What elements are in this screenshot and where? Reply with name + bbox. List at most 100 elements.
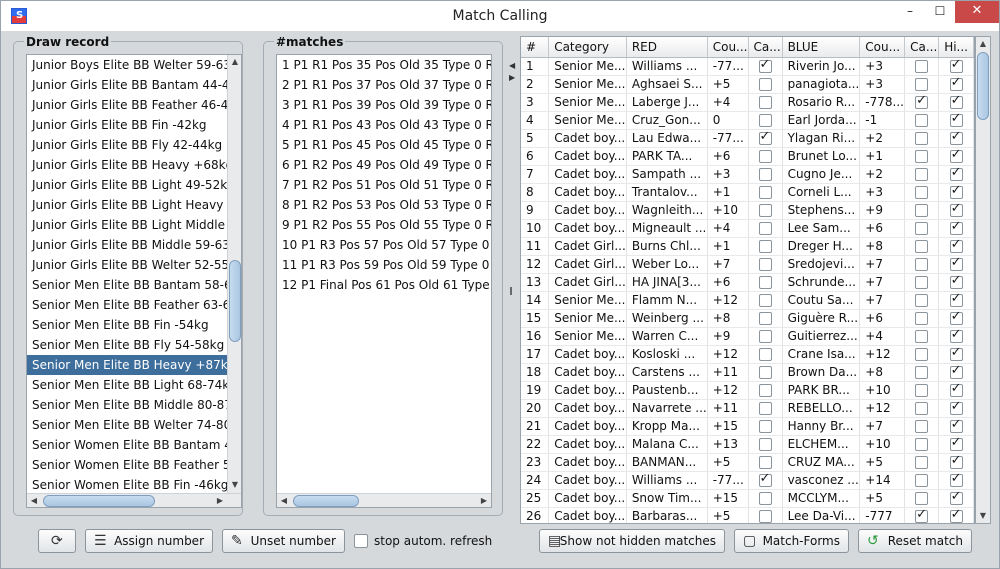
match-list-item[interactable]: 10 P1 R3 Pos 57 Pos Old 57 Type 0 R [277,235,491,255]
draw-record-item[interactable]: Senior Men Elite BB Bantam 58-63kg [27,275,227,295]
match-list-item[interactable]: 11 P1 R3 Pos 59 Pos Old 59 Type 0 R [277,255,491,275]
row-checkbox[interactable] [915,222,929,235]
draw-record-item[interactable]: Senior Women Elite BB Bantam 49-53kg [27,435,227,455]
match-list-item[interactable]: 3 P1 R1 Pos 39 Pos Old 39 Type 0 Re [277,95,491,115]
collapse-left-icon[interactable]: ◀ [509,61,515,70]
row-checkbox[interactable] [758,258,772,271]
row-checkbox[interactable] [915,420,929,433]
match-list-item[interactable]: 2 P1 R1 Pos 37 Pos Old 37 Type 0 Re [277,75,491,95]
row-checkbox[interactable] [915,150,929,163]
table-row[interactable]: 20 Cadet boy... Navarrete ... +11 REBELLO...… [521,399,974,418]
row-checkbox[interactable] [915,240,929,253]
draw-record-vscroll[interactable]: ▲ ▼ [227,55,241,493]
row-checkbox[interactable] [949,201,963,217]
match-list-item[interactable]: 1 P1 R1 Pos 35 Pos Old 35 Type 0 Re [277,55,491,75]
draw-record-vthumb[interactable] [229,260,241,342]
assign-number-button[interactable]: ☰ Assign number [85,529,213,553]
draw-record-item[interactable]: Senior Men Elite BB Light 68-74kg [27,375,227,395]
row-checkbox[interactable] [758,510,772,523]
table-row[interactable]: 8 Cadet boy... Trantalov... +1 Corneli L... +… [521,183,974,202]
row-checkbox[interactable] [915,78,929,91]
row-checkbox[interactable] [949,507,963,523]
row-checkbox[interactable] [758,438,772,451]
table-row[interactable]: 6 Cadet boy... PARK TA... +6 Brunet Lo... +1 [521,147,974,166]
row-checkbox[interactable] [758,204,772,217]
table-vscroll[interactable]: ▲ ▼ [975,36,991,524]
row-checkbox[interactable] [915,456,929,469]
row-checkbox[interactable] [915,186,929,199]
row-checkbox[interactable] [915,276,929,289]
match-list-item[interactable]: 8 P1 R2 Pos 53 Pos Old 53 Type 0 Re [277,195,491,215]
table-row[interactable]: 5Cadet boy...Lau Edwa...-77... Ylagan Ri.… [521,129,974,148]
row-checkbox[interactable] [758,78,772,91]
collapse-right-icon[interactable]: ▶ [509,73,515,82]
row-checkbox[interactable] [949,255,963,271]
draw-record-item[interactable]: Junior Girls Elite BB Middle 59-63kg [27,235,227,255]
row-checkbox[interactable] [758,186,772,199]
row-checkbox[interactable] [758,222,772,235]
draw-record-item[interactable]: Junior Girls Elite BB Fly 42-44kg [27,135,227,155]
scroll-left-icon[interactable]: ◀ [277,494,291,507]
row-checkbox[interactable] [949,417,963,433]
scroll-left-icon[interactable]: ◀ [27,494,41,507]
table-row[interactable]: 4 Senior Me... Cruz_Gon... 0 Earl Jorda... -1 [521,111,974,130]
row-checkbox[interactable] [915,114,929,127]
row-checkbox[interactable] [949,453,963,469]
row-checkbox[interactable] [758,420,772,433]
draw-record-item[interactable]: Senior Men Elite BB Heavy +87kg [27,355,227,375]
row-checkbox[interactable] [915,258,929,271]
row-checkbox[interactable] [915,204,929,217]
table-row[interactable]: 22 Cadet boy... Malana C... +13 ELCHEM... +10 [521,435,974,454]
draw-record-item[interactable]: Senior Men Elite BB Feather 63-68kg [27,295,227,315]
table-row[interactable]: 14 Senior Me... Flamm N... +12 Coutu Sa... +7 [521,291,974,310]
row-checkbox[interactable] [915,168,929,181]
table-row[interactable]: 9 Cadet boy... Wagnleith... +10 Stephens... +… [521,201,974,220]
match-list-item[interactable]: 12 P1 Final Pos 61 Pos Old 61 Type 0 [277,275,491,295]
row-checkbox[interactable] [949,57,963,73]
table-row[interactable]: 2 Senior Me... Aghsaei S... +5 panagiota... +… [521,75,974,94]
table-row[interactable]: 12 Cadet Girl... Weber Lo... +7 Sredojevi...… [521,255,974,274]
row-checkbox[interactable] [949,399,963,415]
table-row[interactable]: 16 Senior Me... Warren C... +9 Guitierrez...… [521,327,974,346]
panel-splitter[interactable]: ◀ ▶ ‖ [508,31,516,568]
row-checkbox[interactable] [915,294,929,307]
row-checkbox[interactable] [758,456,772,469]
match-list-item[interactable]: 5 P1 R1 Pos 45 Pos Old 45 Type 0 Re [277,135,491,155]
table-row[interactable]: 25 Cadet boy... Snow Tim... +15 MCCLYM... +5 [521,489,974,508]
table-row[interactable]: 10 Cadet boy... Migneault ... +4 Lee Sam... +… [521,219,974,238]
column-header[interactable]: Hi... [938,37,974,58]
row-checkbox[interactable] [758,240,772,253]
row-checkbox[interactable] [758,348,772,361]
draw-record-item[interactable]: Junior Girls Elite BB Bantam 44-46kg [27,75,227,95]
row-checkbox[interactable] [758,150,772,163]
column-header[interactable]: Ca... [904,37,940,58]
scroll-up-icon[interactable]: ▲ [228,55,241,69]
row-checkbox[interactable] [758,384,772,397]
draw-record-item[interactable]: Senior Men Elite BB Welter 74-80kg [27,415,227,435]
draw-record-item[interactable]: Senior Women Elite BB Fin -46kg [27,475,227,495]
row-checkbox[interactable] [949,237,963,253]
scroll-down-icon[interactable]: ▼ [976,509,990,523]
row-checkbox[interactable] [949,345,963,361]
column-header[interactable]: Cou... [707,37,749,58]
draw-record-item[interactable]: Junior Girls Elite BB Heavy +68kg [27,155,227,175]
row-checkbox[interactable] [949,111,963,127]
table-row[interactable]: 11 Cadet Girl... Burns Chl... +1 Dreger H...… [521,237,974,256]
scroll-right-icon[interactable]: ▶ [213,494,227,507]
minimize-button[interactable]: – [896,1,924,23]
row-checkbox[interactable] [915,60,929,73]
row-checkbox[interactable] [915,402,929,415]
row-checkbox[interactable] [915,312,929,325]
row-checkbox[interactable] [949,183,963,199]
draw-record-item[interactable]: Junior Girls Elite BB Light Heavy 63-68k… [27,195,227,215]
row-checkbox[interactable] [758,402,772,415]
stop-refresh-checkbox[interactable] [354,534,368,548]
row-checkbox[interactable] [915,93,929,109]
column-header[interactable]: RED [626,37,708,58]
table-row[interactable]: 23 Cadet boy... BANMAN... +5 CRUZ MA... +5 [521,453,974,472]
row-checkbox[interactable] [949,291,963,307]
column-header[interactable]: Ca... [748,37,783,58]
table-row[interactable]: 7 Cadet boy... Sampath ... +3 Cugno Je... +2 [521,165,974,184]
table-row[interactable]: 24Cadet boy...Williams ...-77... vasconez… [521,471,974,490]
row-checkbox[interactable] [949,273,963,289]
